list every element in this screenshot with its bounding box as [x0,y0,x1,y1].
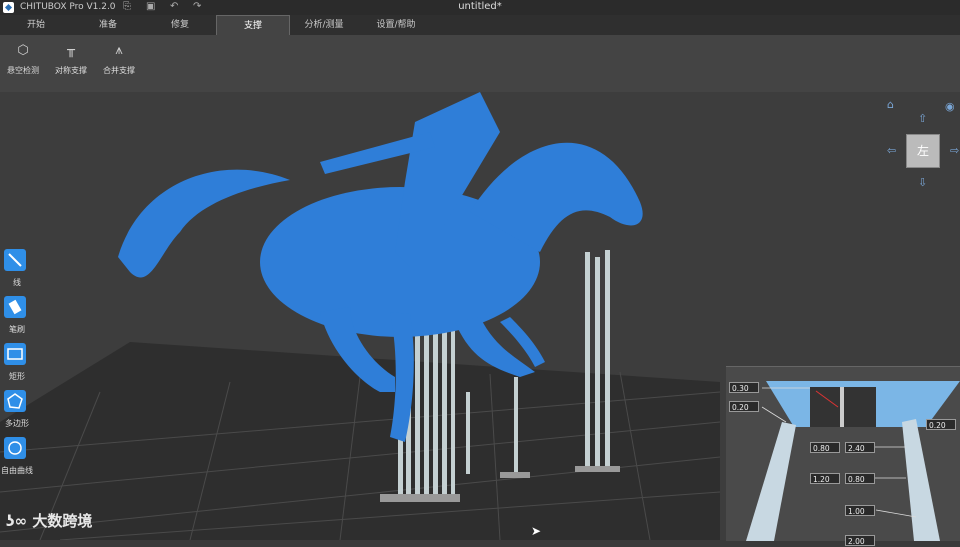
merge-support-icon: ⩚ [115,43,123,58]
brush-tool-button[interactable] [4,296,26,318]
freeform-curve-icon [8,441,22,455]
middle-right-field[interactable]: 0.80 [845,473,875,484]
ribbon-tabs: 开始 准备 修复 支撑 分析/测量 设置/帮助 [0,15,960,36]
view-cube-face-label: 左 [916,144,929,158]
brush-tool-label: 笔刷 [9,325,25,334]
brush-icon [8,299,22,315]
freeform-tool-label: 自由曲线 [1,466,33,475]
upper-right-field[interactable]: 2.40 [845,442,875,453]
line-tool-button[interactable] [4,249,26,271]
middle-left-field[interactable]: 1.20 [810,473,840,484]
merge-support-button[interactable]: ⩚ 合并支撑 [97,43,141,76]
merge-support-label: 合并支撑 [103,66,135,75]
home-view-icon[interactable]: ⌂ [887,98,894,111]
tab-prepare[interactable]: 准备 [72,15,144,35]
bottom-field[interactable]: 2.00 [845,535,875,546]
symmetric-support-label: 对称支撑 [55,66,87,75]
lower-field[interactable]: 1.00 [845,505,875,516]
polygon-icon [7,393,23,409]
tab-settings-help[interactable]: 设置/帮助 [360,15,432,35]
title-bar: CHITUBOX Pro V1.2.0 ⎘ ▣ ↶ ↷ untitled* [0,0,960,15]
tab-analysis[interactable]: 分析/测量 [288,15,360,35]
view-up-arrow-icon[interactable]: ⇧ [918,112,927,125]
view-down-arrow-icon[interactable]: ⇩ [918,176,927,189]
mouse-cursor-icon: ➤ [531,524,542,538]
overhang-detect-label: 悬空检测 [7,66,39,75]
tab-start[interactable]: 开始 [0,15,72,35]
document-title: untitled* [458,1,502,12]
symmetric-support-icon: ╥ [67,43,75,58]
tab-support[interactable]: 支撑 [216,15,290,36]
view-left-arrow-icon[interactable]: ⇦ [887,144,896,157]
visibility-eye-icon[interactable]: ◉ [945,100,955,113]
line-tool-label: 线 [13,278,21,287]
polygon-tool-button[interactable] [4,390,26,412]
watermark: ʖ∞ 大数跨境 [6,510,92,531]
ribbon-toolbar: ⬡ 悬空检测 ╥ 对称支撑 ⩚ 合并支撑 [0,35,960,93]
overhang-detect-button[interactable]: ⬡ 悬空检测 [1,43,45,76]
support-parameter-panel: 0.30 0.20 0.20 0.80 2.40 1.20 0.80 1.00 … [726,366,960,546]
top-contact-field[interactable]: 0.30 [729,382,759,393]
freeform-tool-button[interactable] [4,437,26,459]
symmetric-support-button[interactable]: ╥ 对称支撑 [49,43,93,76]
polygon-tool-label: 多边形 [5,419,29,428]
right-depth-field[interactable]: 0.20 [926,419,956,430]
watermark-text: 大数跨境 [32,512,93,530]
top-depth-field[interactable]: 0.20 [729,401,759,412]
tab-repair[interactable]: 修复 [144,15,216,35]
rectangle-icon [7,348,23,360]
overhang-cube-icon: ⬡ [17,43,29,58]
rectangle-tool-label: 矩形 [9,372,25,381]
view-cube[interactable]: 左 [906,134,940,168]
view-right-arrow-icon[interactable]: ⇨ [950,144,959,157]
rectangle-tool-button[interactable] [4,343,26,365]
line-icon [8,253,22,267]
support-diagram [746,381,960,541]
upper-left-field[interactable]: 0.80 [810,442,840,453]
watermark-logo-icon: ʖ∞ [6,512,28,530]
